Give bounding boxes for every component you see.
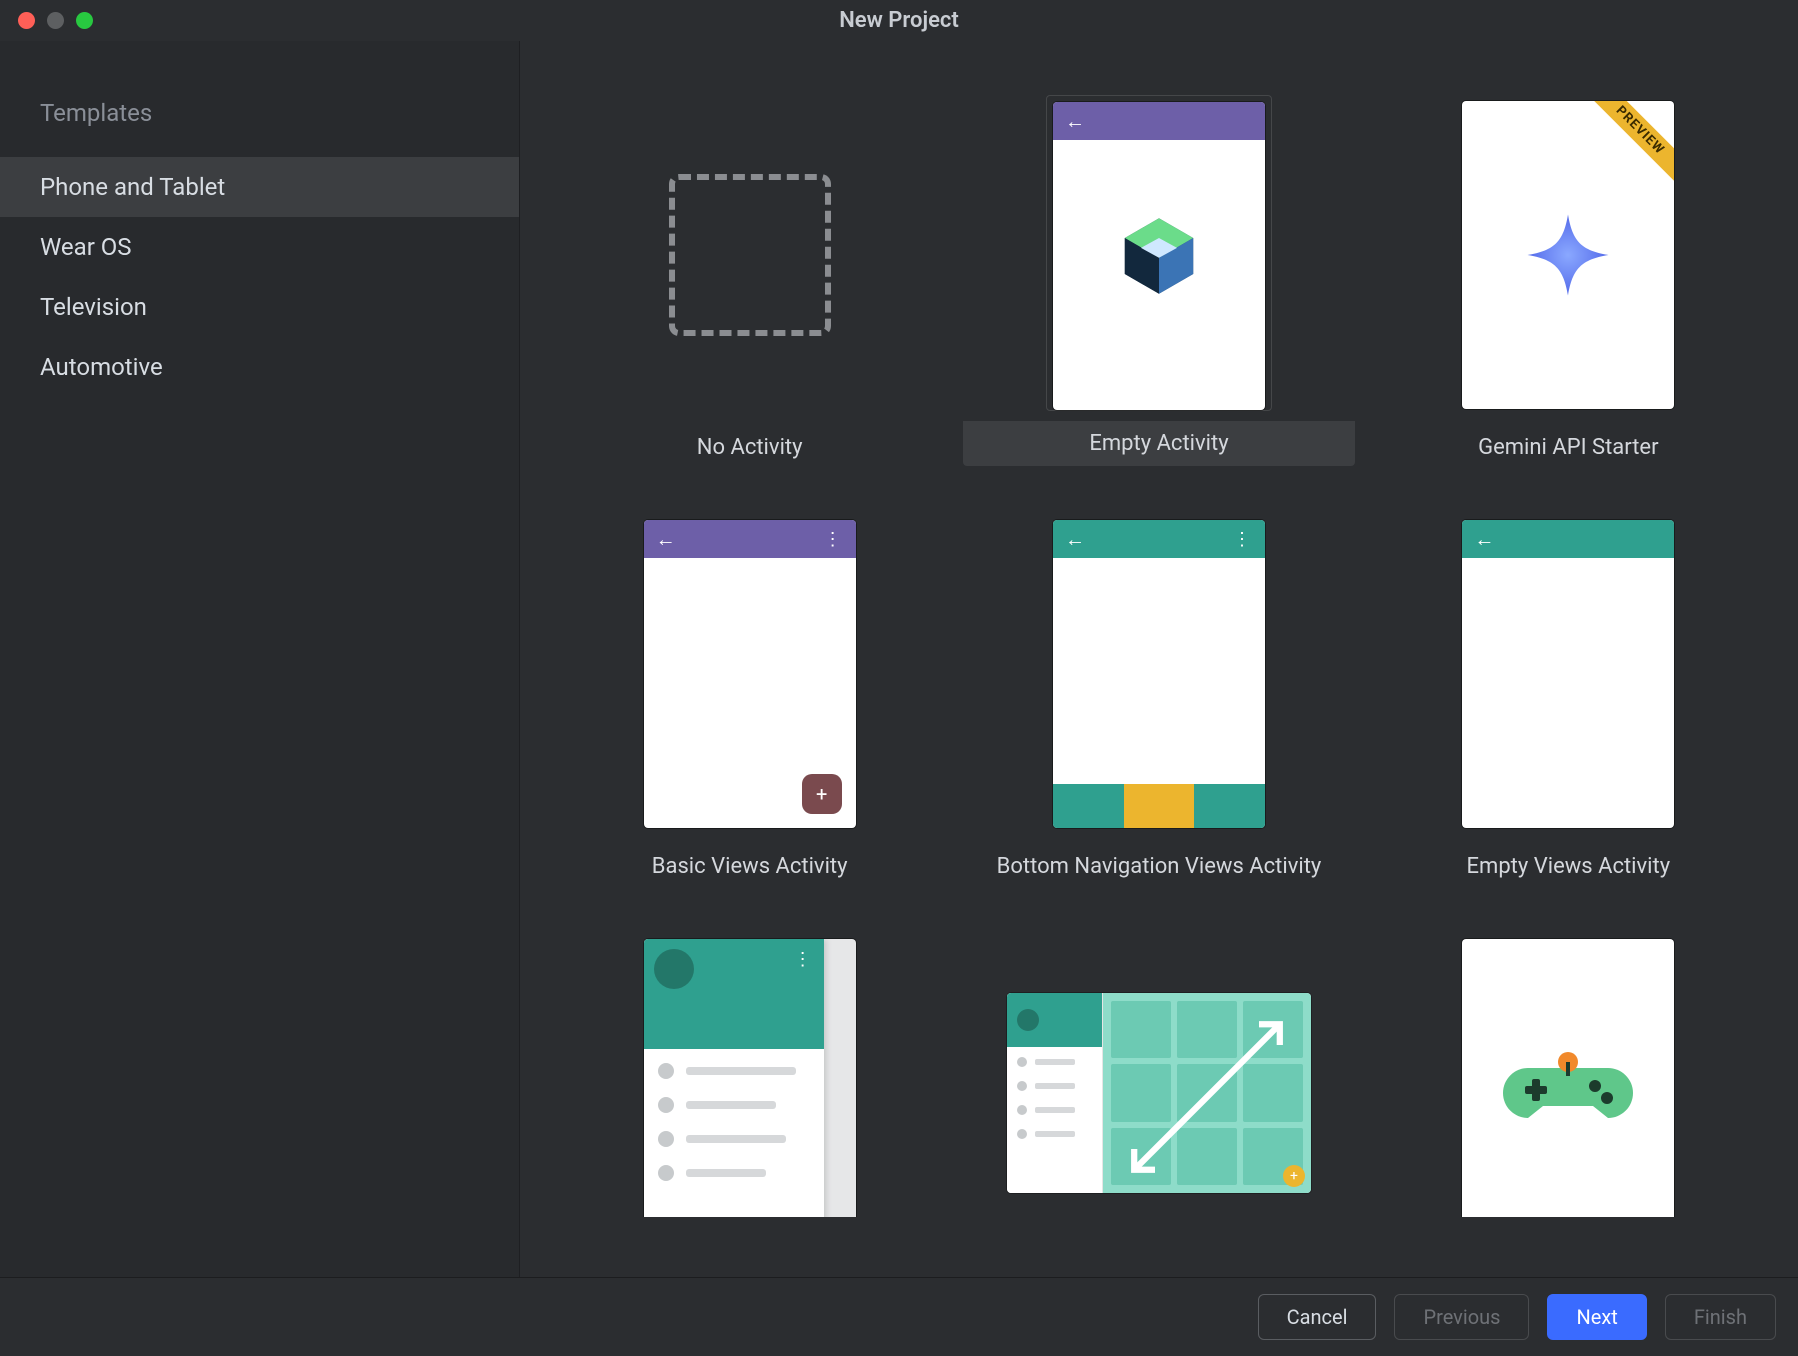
preview-appbar: ← (1462, 520, 1674, 558)
template-card-empty-activity[interactable]: ← E (959, 91, 1358, 474)
template-label: Basic Views Activity (652, 854, 848, 879)
template-preview: ← (1462, 520, 1674, 828)
back-arrow-icon: ← (1065, 529, 1085, 549)
template-gallery: No Activity ← (520, 41, 1798, 1279)
preview-appbar: ← ⋮ (644, 520, 856, 558)
close-window-button[interactable] (18, 12, 35, 29)
template-preview (1462, 939, 1674, 1217)
template-card-no-activity[interactable]: No Activity (550, 91, 949, 474)
template-label: No Activity (697, 435, 803, 460)
titlebar: New Project (0, 0, 1798, 41)
sidebar-item-label: Phone and Tablet (40, 173, 225, 201)
button-label: Finish (1694, 1305, 1747, 1329)
template-label: Empty Views Activity (1467, 854, 1671, 879)
template-card-nav-drawer-views-activity[interactable]: ⋮ (550, 929, 949, 1217)
template-card-game-activity[interactable] (1369, 929, 1768, 1217)
preview-bottom-nav (1053, 784, 1265, 828)
minimize-window-button[interactable] (47, 12, 64, 29)
sidebar-item-label: Television (40, 293, 147, 321)
sidebar-item-television[interactable]: Television (0, 277, 519, 337)
template-card-bottom-nav-views-activity[interactable]: ← ⋮ Bottom Navigation Views Activity (959, 510, 1358, 893)
button-label: Cancel (1287, 1305, 1348, 1329)
button-label: Next (1576, 1305, 1617, 1329)
template-label: Empty Activity (1089, 431, 1228, 456)
sidebar-item-wear-os[interactable]: Wear OS (0, 217, 519, 277)
template-preview: PREVIEW (1462, 101, 1674, 409)
sidebar-item-phone-and-tablet[interactable]: Phone and Tablet (0, 157, 519, 217)
resize-arrow-icon (1103, 993, 1311, 1193)
compose-cube-icon (1114, 211, 1204, 301)
sidebar-item-label: Automotive (40, 353, 163, 381)
dashed-placeholder-icon (669, 174, 831, 336)
template-label: Bottom Navigation Views Activity (997, 854, 1322, 879)
template-preview: + (1007, 993, 1311, 1193)
sidebar-item-automotive[interactable]: Automotive (0, 337, 519, 397)
fab-icon: + (802, 774, 842, 814)
sidebar-item-label: Wear OS (40, 233, 132, 261)
zoom-window-button[interactable] (76, 12, 93, 29)
template-card-empty-views-activity[interactable]: ← Empty Views Activity (1369, 510, 1768, 893)
fab-icon: + (1283, 1165, 1305, 1187)
preview-appbar: ← ⋮ (1053, 520, 1265, 558)
sidebar: Templates Phone and Tablet Wear OS Telev… (0, 41, 520, 1279)
window-title: New Project (0, 8, 1798, 33)
kebab-icon: ⋮ (824, 529, 844, 550)
avatar-icon (654, 949, 694, 989)
template-label: Gemini API Starter (1478, 435, 1658, 460)
template-preview: ← ⋮ + (644, 520, 856, 828)
button-label: Previous (1423, 1305, 1500, 1329)
sidebar-header: Templates (0, 91, 519, 157)
kebab-icon: ⋮ (1233, 529, 1253, 550)
window-controls (0, 12, 93, 29)
no-activity-placeholder (644, 101, 856, 409)
back-arrow-icon: ← (1474, 529, 1494, 549)
template-preview: ← (1053, 102, 1265, 410)
kebab-icon: ⋮ (794, 949, 814, 970)
gamepad-icon (1503, 1048, 1633, 1138)
footer: Cancel Previous Next Finish (0, 1277, 1798, 1356)
cancel-button[interactable]: Cancel (1258, 1294, 1377, 1340)
template-preview: ← ⋮ (1053, 520, 1265, 828)
gemini-star-icon (1523, 210, 1613, 300)
template-card-responsive-views-activity[interactable]: + (959, 929, 1358, 1217)
template-card-gemini-api-starter[interactable]: PREVIEW (1369, 91, 1768, 474)
finish-button: Finish (1665, 1294, 1776, 1340)
next-button[interactable]: Next (1547, 1294, 1646, 1340)
avatar-icon (1017, 1009, 1039, 1031)
template-card-basic-views-activity[interactable]: ← ⋮ + Basic Views Activity (550, 510, 949, 893)
back-arrow-icon: ← (656, 529, 676, 549)
previous-button: Previous (1394, 1294, 1529, 1340)
template-preview: ⋮ (644, 939, 856, 1217)
